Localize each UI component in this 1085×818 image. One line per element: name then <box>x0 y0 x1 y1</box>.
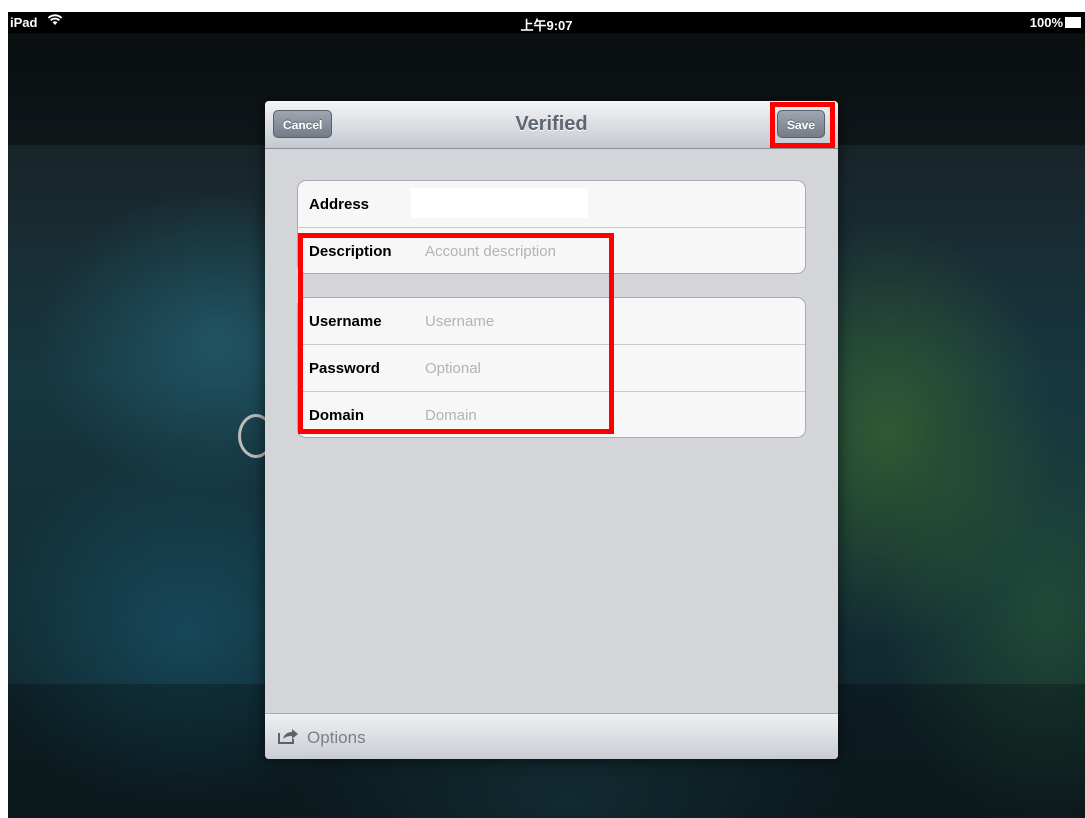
options-label: Options <box>307 728 366 747</box>
bottom-toolbar: Options <box>265 713 838 759</box>
ipad-screen: iPad 上午9:07 100% Cancel Verified Save Ad… <box>8 12 1085 818</box>
username-field[interactable] <box>425 313 785 330</box>
domain-row: Domain <box>298 392 805 437</box>
battery-percent: 100% <box>1029 15 1063 30</box>
username-label: Username <box>309 313 382 330</box>
password-field[interactable] <box>425 360 785 377</box>
navigation-bar: Cancel Verified Save <box>265 101 838 149</box>
status-time: 上午9:07 <box>520 18 573 33</box>
battery-icon <box>1065 17 1081 28</box>
username-row: Username <box>298 298 805 345</box>
address-label: Address <box>309 196 370 213</box>
save-button[interactable]: Save <box>776 110 825 138</box>
account-group: Address Description <box>297 180 806 274</box>
credentials-group: Username Password Domain <box>297 297 806 438</box>
password-row: Password <box>298 345 805 392</box>
domain-field[interactable] <box>425 407 785 424</box>
share-icon <box>277 727 299 750</box>
status-bar: iPad 上午9:07 100% <box>8 12 1085 33</box>
account-sheet: Cancel Verified Save Address Description… <box>265 101 838 759</box>
address-row: Address <box>298 181 805 228</box>
options-button[interactable]: Options <box>277 726 366 750</box>
password-label: Password <box>309 360 380 377</box>
domain-label: Domain <box>309 407 365 424</box>
description-label: Description <box>309 243 392 260</box>
description-row: Description <box>298 228 805 273</box>
dialog-title: Verified <box>515 113 588 135</box>
address-field[interactable] <box>411 188 588 218</box>
description-field[interactable] <box>425 243 785 260</box>
